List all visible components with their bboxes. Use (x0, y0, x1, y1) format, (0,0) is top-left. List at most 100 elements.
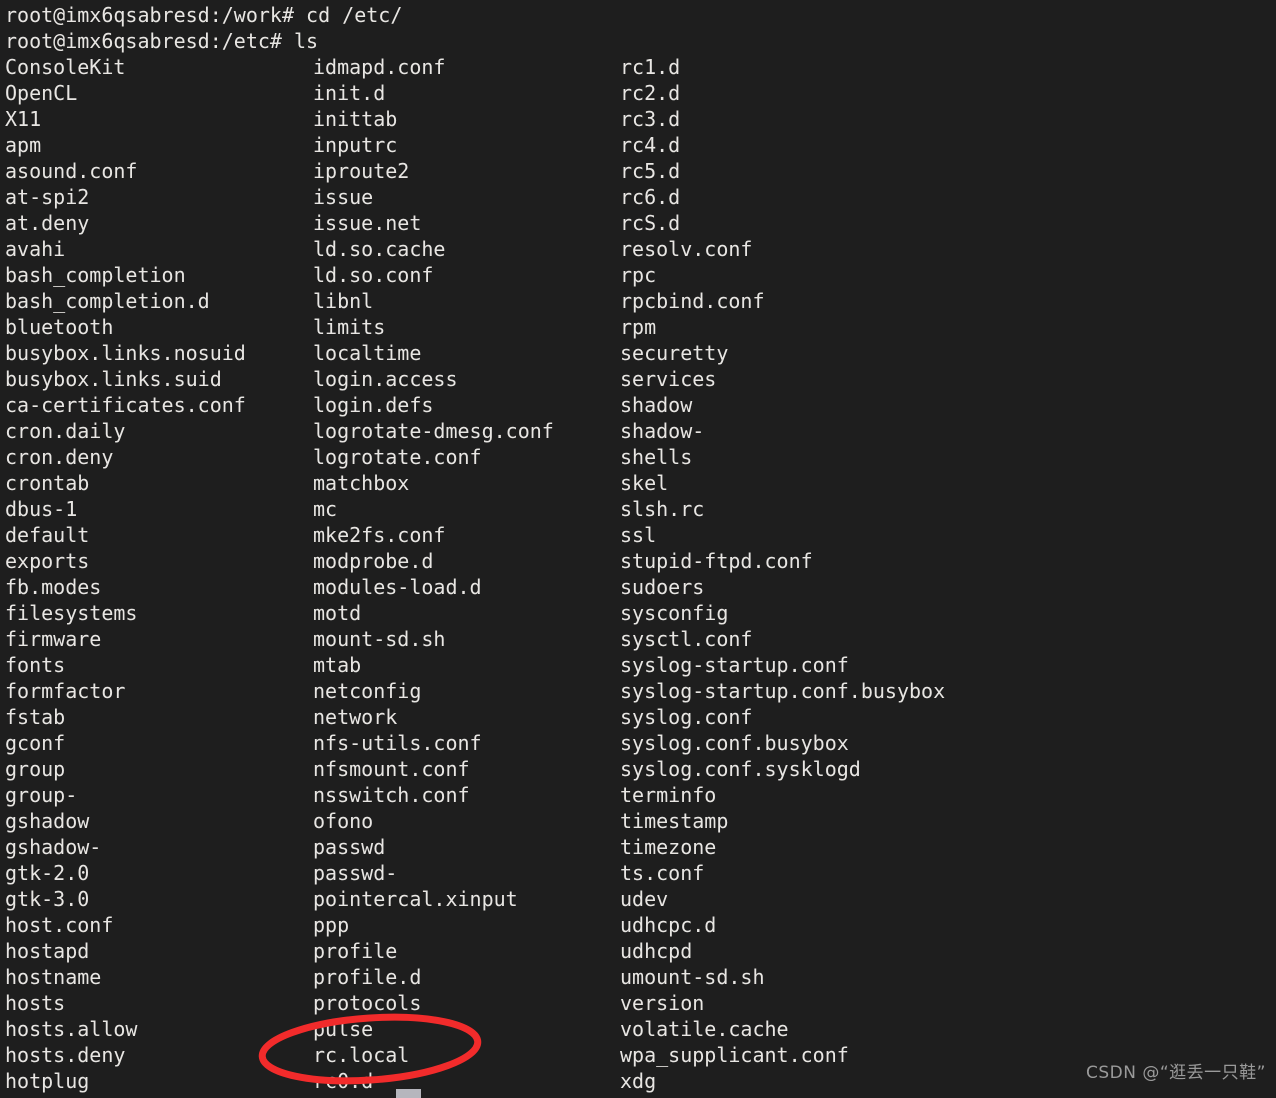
ls-entry: services (620, 367, 717, 391)
ls-entry: apm (5, 133, 42, 157)
ls-entry: asound.conf (5, 159, 138, 183)
ls-entry: hosts.deny (5, 1043, 126, 1067)
ls-entry: passwd- (313, 861, 398, 885)
ls-entry: rc3.d (620, 107, 681, 131)
ls-entry: ld.so.cache (313, 237, 446, 261)
ls-entry: cron.deny (5, 445, 114, 469)
ls-entry: ppp (313, 913, 350, 937)
ls-entry: default (5, 523, 90, 547)
ls-entry: profile.d (313, 965, 422, 989)
ls-column-2: idmapd.conf init.d inittab inputrc iproute2 i… (313, 54, 554, 1094)
ls-entry: ofono (313, 809, 374, 833)
ls-entry: syslog-startup.conf (620, 653, 849, 677)
ls-entry: rc6.d (620, 185, 681, 209)
ls-entry: gconf (5, 731, 66, 755)
ls-entry: mtab (313, 653, 362, 677)
ls-entry: udhcpc.d (620, 913, 717, 937)
ls-entry: login.defs (313, 393, 434, 417)
ls-entry: rcS.d (620, 211, 681, 235)
ls-entry: hostapd (5, 939, 90, 963)
ls-entry: X11 (5, 107, 42, 131)
ls-entry: hosts.allow (5, 1017, 138, 1041)
ls-entry: syslog.conf (620, 705, 753, 729)
ls-entry: timezone (620, 835, 717, 859)
ls-entry: mount-sd.sh (313, 627, 446, 651)
ls-entry: issue.net (313, 211, 422, 235)
ls-entry: syslog-startup.conf.busybox (620, 679, 946, 703)
ls-column-3: rc1.d rc2.d rc3.d rc4.d rc5.d rc6.d rcS.d resol… (620, 54, 945, 1094)
ls-entry: rc2.d (620, 81, 681, 105)
ls-entry: group (5, 757, 66, 781)
ls-entry: ssl (620, 523, 657, 547)
ls-entry: hotplug (5, 1069, 90, 1093)
ls-entry: inittab (313, 107, 398, 131)
ls-entry: fstab (5, 705, 66, 729)
ls-entry: logrotate-dmesg.conf (313, 419, 554, 443)
terminal-prompt-line-2: root@imx6qsabresd:/etc# ls (5, 29, 319, 53)
ls-column-1: ConsoleKit OpenCL X11 apm asound.conf at-spi2… (5, 54, 246, 1094)
ls-entry: rc0.d (313, 1069, 374, 1093)
ls-entry: sysctl.conf (620, 627, 753, 651)
ls-entry: busybox.links.suid (5, 367, 222, 391)
ls-entry: umount-sd.sh (620, 965, 765, 989)
ls-entry: stupid-ftpd.conf (620, 549, 813, 573)
ls-entry: network (313, 705, 398, 729)
ls-entry: group- (5, 783, 78, 807)
ls-entry: login.access (313, 367, 458, 391)
terminal-window[interactable]: root@imx6qsabresd:/work# cd /etc/ root@i… (0, 0, 1276, 1098)
ls-entry: motd (313, 601, 362, 625)
ls-entry: gtk-3.0 (5, 887, 90, 911)
ls-entry: cron.daily (5, 419, 126, 443)
ls-entry: mc (313, 497, 338, 521)
ls-entry: filesystems (5, 601, 138, 625)
ls-entry: libnl (313, 289, 374, 313)
ls-entry: bash_completion (5, 263, 186, 287)
csdn-watermark: CSDN @“逛丢一只鞋” (1086, 1063, 1266, 1083)
ls-entry: hostname (5, 965, 102, 989)
ls-entry: wpa_supplicant.conf (620, 1043, 849, 1067)
ls-entry: slsh.rc (620, 497, 705, 521)
ls-entry: limits (313, 315, 386, 339)
ls-entry: formfactor (5, 679, 126, 703)
ls-entry: matchbox (313, 471, 410, 495)
ls-entry: shadow (620, 393, 693, 417)
ls-entry: rc5.d (620, 159, 681, 183)
ls-entry: sysconfig (620, 601, 729, 625)
ls-entry: firmware (5, 627, 102, 651)
terminal-prompt-line-1: root@imx6qsabresd:/work# cd /etc/ (5, 3, 403, 27)
ls-entry: hosts (5, 991, 66, 1015)
ls-entry: pulse (313, 1017, 374, 1041)
ls-entry: nfsmount.conf (313, 757, 470, 781)
ls-entry: syslog.conf.busybox (620, 731, 849, 755)
ls-entry: exports (5, 549, 90, 573)
ls-entry: ts.conf (620, 861, 705, 885)
ls-entry: version (620, 991, 705, 1015)
ls-entry: logrotate.conf (313, 445, 482, 469)
ls-entry: securetty (620, 341, 729, 365)
ls-entry: gshadow- (5, 835, 102, 859)
ls-entry: skel (620, 471, 669, 495)
ls-entry: crontab (5, 471, 90, 495)
ls-entry: rc4.d (620, 133, 681, 157)
ls-entry: bluetooth (5, 315, 114, 339)
ls-entry: shells (620, 445, 693, 469)
ls-entry: ld.so.conf (313, 263, 434, 287)
ls-entry: avahi (5, 237, 66, 261)
ls-entry: OpenCL (5, 81, 78, 105)
ls-entry: localtime (313, 341, 422, 365)
ls-entry: modules-load.d (313, 575, 482, 599)
ls-entry: idmapd.conf (313, 55, 446, 79)
ls-entry: xdg (620, 1069, 657, 1093)
ls-entry: rc1.d (620, 55, 681, 79)
ls-entry: rpm (620, 315, 657, 339)
ls-entry: bash_completion.d (5, 289, 210, 313)
ls-entry: init.d (313, 81, 386, 105)
ls-entry: shadow- (620, 419, 705, 443)
ls-entry: nfs-utils.conf (313, 731, 482, 755)
ls-entry: fb.modes (5, 575, 102, 599)
ls-entry: udev (620, 887, 669, 911)
ls-entry: inputrc (313, 133, 398, 157)
ls-entry: rpc (620, 263, 657, 287)
ls-entry: mke2fs.conf (313, 523, 446, 547)
ls-entry: sudoers (620, 575, 705, 599)
